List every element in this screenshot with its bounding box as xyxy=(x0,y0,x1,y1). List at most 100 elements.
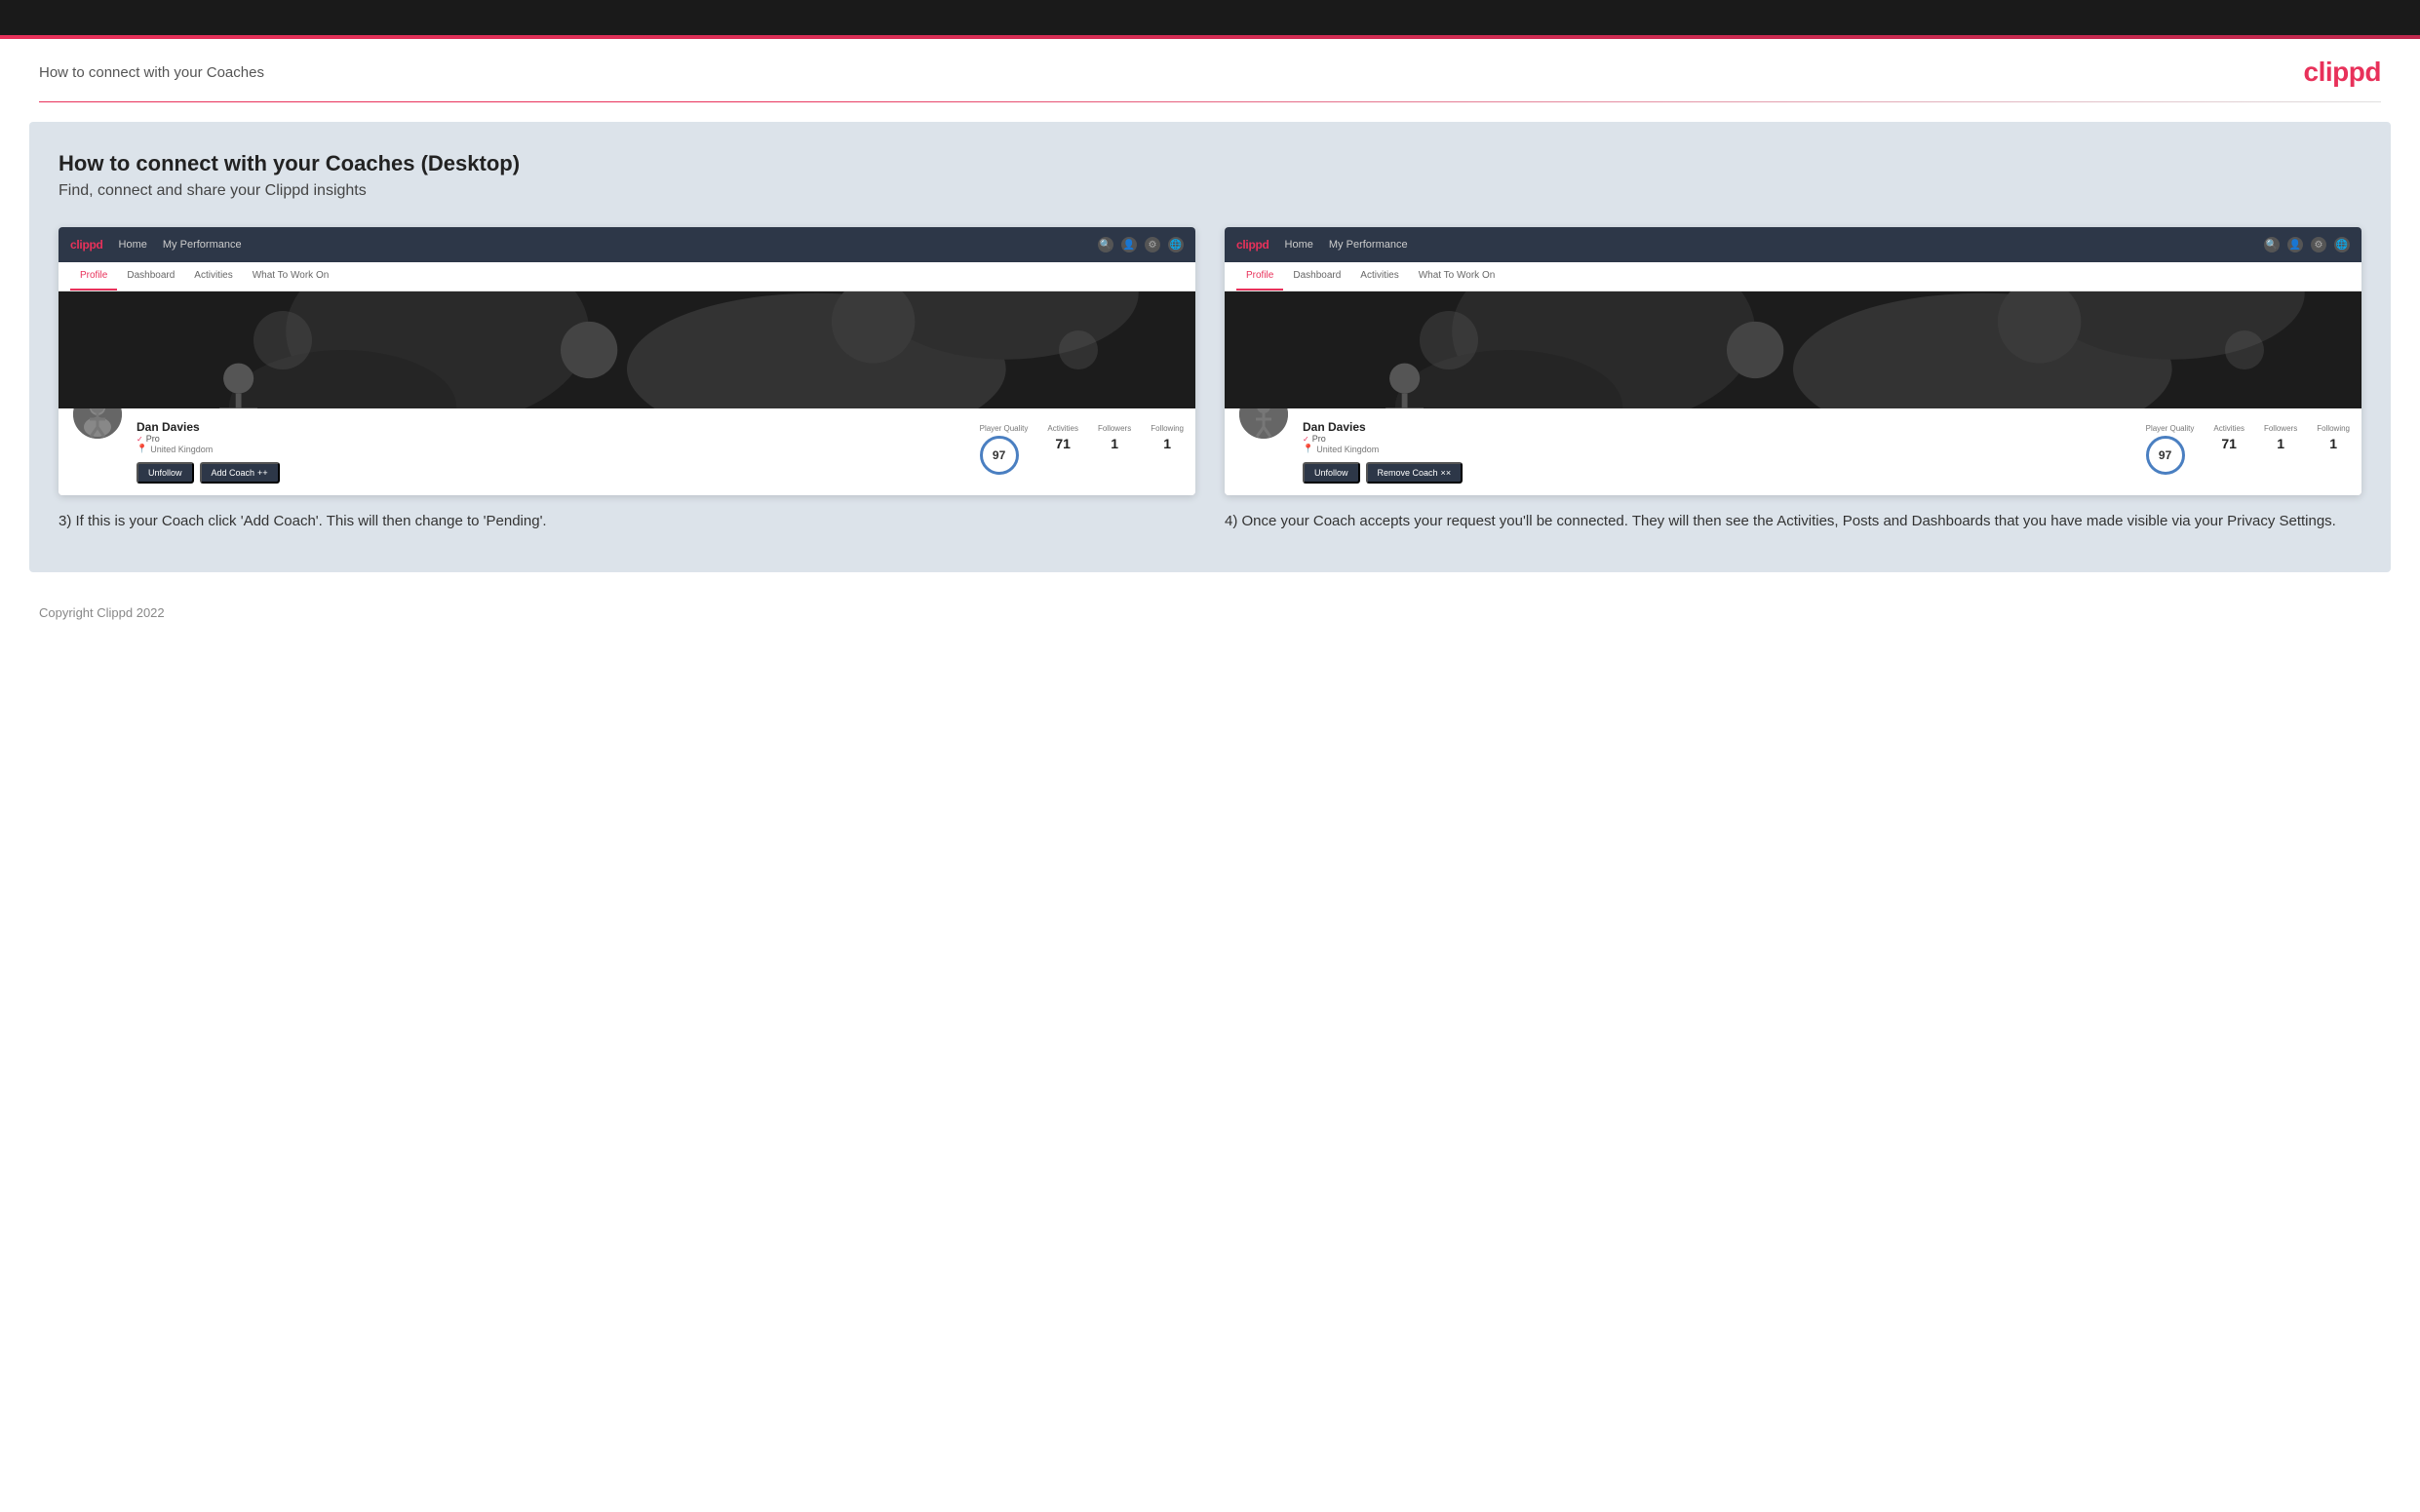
right-quality-label: Player Quality xyxy=(2146,424,2195,433)
right-globe-icon[interactable] xyxy=(2334,237,2350,252)
left-action-buttons: Unfollow Add Coach + xyxy=(137,462,280,484)
left-screenshot: clippd Home My Performance Profile Dashb… xyxy=(59,227,1195,495)
right-stats: Player Quality 97 Activities 71 Follower… xyxy=(2146,416,2350,475)
right-profile-banner xyxy=(1225,291,2361,408)
left-settings-icon[interactable] xyxy=(1145,237,1160,252)
right-user-role: Pro xyxy=(1303,434,1463,444)
right-banner-image xyxy=(1225,291,2361,408)
top-bar xyxy=(0,0,2420,35)
left-tab-activities[interactable]: Activities xyxy=(184,262,242,291)
right-nav-my-performance[interactable]: My Performance xyxy=(1329,239,1408,251)
left-tab-profile[interactable]: Profile xyxy=(70,262,117,291)
left-unfollow-button[interactable]: Unfollow xyxy=(137,462,194,484)
right-description: 4) Once your Coach accepts your request … xyxy=(1225,511,2361,533)
right-search-icon[interactable] xyxy=(2264,237,2280,252)
left-user-icon[interactable] xyxy=(1121,237,1137,252)
left-following-label: Following xyxy=(1151,424,1184,433)
right-stat-activities: Activities 71 xyxy=(2213,424,2244,451)
left-globe-icon[interactable] xyxy=(1168,237,1184,252)
right-check-icon xyxy=(1303,434,1309,444)
logo: clippd xyxy=(2304,57,2381,88)
right-tab-what-to-work-on[interactable]: What To Work On xyxy=(1409,262,1505,291)
left-stat-activities: Activities 71 xyxy=(1047,424,1078,451)
left-mock-logo: clippd xyxy=(70,238,103,252)
left-tab-what-to-work-on[interactable]: What To Work On xyxy=(243,262,339,291)
right-tab-profile[interactable]: Profile xyxy=(1236,262,1283,291)
right-user-icon[interactable] xyxy=(2287,237,2303,252)
left-description: 3) If this is your Coach click 'Add Coac… xyxy=(59,511,1195,533)
left-stat-quality: Player Quality 97 xyxy=(980,424,1029,475)
left-quality-circle: 97 xyxy=(980,436,1019,475)
left-banner-image xyxy=(59,291,1195,408)
section-title: How to connect with your Coaches (Deskto… xyxy=(59,151,2361,176)
left-quality-label: Player Quality xyxy=(980,424,1029,433)
right-screenshot: clippd Home My Performance Profile Dashb… xyxy=(1225,227,2361,495)
left-nav-home[interactable]: Home xyxy=(119,239,147,251)
right-remove-coach-button[interactable]: Remove Coach × xyxy=(1366,462,1464,484)
right-following-label: Following xyxy=(2317,424,2350,433)
right-tabs: Profile Dashboard Activities What To Wor… xyxy=(1225,262,2361,291)
right-quality-circle: 97 xyxy=(2146,436,2185,475)
right-pin-icon: 📍 xyxy=(1303,444,1313,454)
right-tab-dashboard[interactable]: Dashboard xyxy=(1283,262,1350,291)
plus-icon: + xyxy=(257,468,268,478)
right-followers-label: Followers xyxy=(2264,424,2297,433)
left-stats: Player Quality 97 Activities 71 Follower… xyxy=(980,416,1184,475)
left-search-icon[interactable] xyxy=(1098,237,1113,252)
left-activities-label: Activities xyxy=(1047,424,1078,433)
left-stat-followers: Followers 1 xyxy=(1098,424,1131,451)
right-nav-home[interactable]: Home xyxy=(1285,239,1313,251)
right-activities-label: Activities xyxy=(2213,424,2244,433)
main-content: How to connect with your Coaches (Deskto… xyxy=(29,122,2391,572)
x-icon: × xyxy=(1441,468,1452,478)
right-activities-value: 71 xyxy=(2213,436,2244,451)
right-user-name: Dan Davies xyxy=(1303,420,1463,434)
right-nav-icons xyxy=(2264,237,2350,252)
two-column-layout: clippd Home My Performance Profile Dashb… xyxy=(59,227,2361,533)
left-activities-value: 71 xyxy=(1047,436,1078,451)
page-title: How to connect with your Coaches xyxy=(39,64,264,81)
left-mock-nav: clippd Home My Performance xyxy=(59,227,1195,262)
right-following-value: 1 xyxy=(2317,436,2350,451)
right-user-details: Dan Davies Pro 📍 United Kingdom Unfollow xyxy=(1303,416,1463,484)
left-following-value: 1 xyxy=(1151,436,1184,451)
right-unfollow-button[interactable]: Unfollow xyxy=(1303,462,1360,484)
left-profile-banner xyxy=(59,291,1195,408)
left-user-role: Pro xyxy=(137,434,280,444)
left-role-text: Pro xyxy=(146,434,160,444)
left-user-details: Dan Davies Pro 📍 United Kingdom Unfollow xyxy=(137,416,280,484)
left-add-coach-button[interactable]: Add Coach + xyxy=(200,462,280,484)
section-subtitle: Find, connect and share your Clippd insi… xyxy=(59,182,2361,200)
left-user-location: 📍 United Kingdom xyxy=(137,444,280,454)
right-stat-quality: Player Quality 97 xyxy=(2146,424,2195,475)
right-followers-value: 1 xyxy=(2264,436,2297,451)
left-tab-dashboard[interactable]: Dashboard xyxy=(117,262,184,291)
header-divider xyxy=(39,101,2381,102)
footer: Copyright Clippd 2022 xyxy=(0,592,2420,634)
add-coach-label: Add Coach xyxy=(212,468,255,478)
right-tab-activities[interactable]: Activities xyxy=(1350,262,1408,291)
right-profile-info: Dan Davies Pro 📍 United Kingdom Unfollow xyxy=(1225,408,2361,495)
left-profile-info: Dan Davies Pro 📍 United Kingdom Unfollow xyxy=(59,408,1195,495)
left-stat-following: Following 1 xyxy=(1151,424,1184,451)
left-tabs: Profile Dashboard Activities What To Wor… xyxy=(59,262,1195,291)
left-check-icon xyxy=(137,434,143,444)
right-panel: clippd Home My Performance Profile Dashb… xyxy=(1225,227,2361,533)
left-pin-icon: 📍 xyxy=(137,444,147,454)
left-user-name: Dan Davies xyxy=(137,420,280,434)
right-location-text: United Kingdom xyxy=(1316,445,1379,454)
remove-coach-label: Remove Coach xyxy=(1378,468,1438,478)
left-panel: clippd Home My Performance Profile Dashb… xyxy=(59,227,1195,533)
right-settings-icon[interactable] xyxy=(2311,237,2326,252)
left-nav-icons xyxy=(1098,237,1184,252)
left-nav-my-performance[interactable]: My Performance xyxy=(163,239,242,251)
left-followers-label: Followers xyxy=(1098,424,1131,433)
header: How to connect with your Coaches clippd xyxy=(0,39,2420,101)
right-role-text: Pro xyxy=(1312,434,1326,444)
right-mock-logo: clippd xyxy=(1236,238,1269,252)
right-action-buttons: Unfollow Remove Coach × xyxy=(1303,462,1463,484)
right-stat-followers: Followers 1 xyxy=(2264,424,2297,451)
left-followers-value: 1 xyxy=(1098,436,1131,451)
right-user-location: 📍 United Kingdom xyxy=(1303,444,1463,454)
right-mock-nav: clippd Home My Performance xyxy=(1225,227,2361,262)
